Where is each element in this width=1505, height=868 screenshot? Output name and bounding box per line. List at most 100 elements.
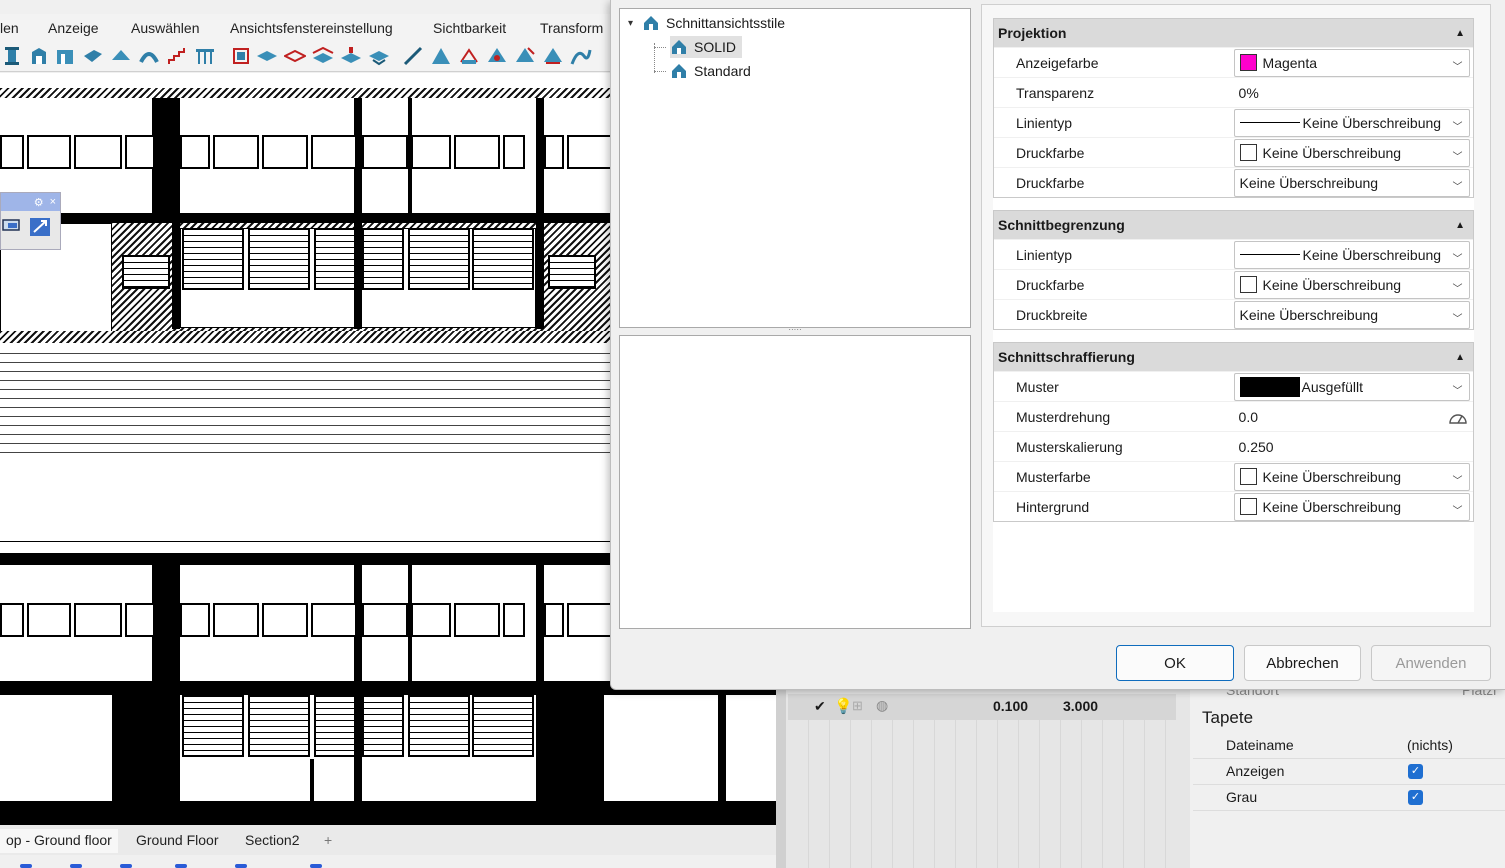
tree-node-solid[interactable]: SOLID xyxy=(670,36,743,58)
column xyxy=(536,98,544,216)
status-icon[interactable] xyxy=(120,864,132,868)
figure-tool-icon[interactable] xyxy=(542,46,564,66)
railing-tool-icon[interactable] xyxy=(194,46,216,66)
collapse-icon[interactable]: ▲ xyxy=(1455,220,1465,231)
spline-tool-icon[interactable] xyxy=(486,46,508,66)
property-row: Transparenz 0% xyxy=(994,77,1473,107)
section-title: Schnittschraffierung xyxy=(998,349,1135,365)
menu-item-clipped[interactable]: len xyxy=(0,20,19,36)
lightbulb-icon[interactable]: 💡 xyxy=(834,697,853,715)
camera-tool-icon[interactable] xyxy=(570,46,592,66)
column xyxy=(172,223,180,329)
resize-icon[interactable] xyxy=(29,217,51,237)
chevron-down-icon: ﹀ xyxy=(1452,151,1463,163)
status-icon[interactable] xyxy=(175,864,187,868)
close-icon[interactable]: × xyxy=(50,196,56,208)
dropdown-value: Keine Überschreibung xyxy=(1239,174,1379,191)
tree-node-root[interactable]: ▾ Schnittansichtsstile xyxy=(628,12,785,34)
grau-checkbox[interactable]: ✓ xyxy=(1408,790,1423,805)
musterskalierung-field[interactable]: 0.250 xyxy=(1234,439,1274,455)
dropdown-value: Keine Überschreibung xyxy=(1262,498,1402,515)
hintergrund-dropdown[interactable]: Keine Überschreibung ﹀ xyxy=(1233,492,1470,521)
druckbreite-dropdown[interactable]: Keine Überschreibung ﹀ xyxy=(1233,300,1470,329)
stair-tool-icon[interactable] xyxy=(166,46,188,66)
object-tool-icon[interactable] xyxy=(230,46,252,66)
menu-item-sichtbarkeit[interactable]: Sichtbarkeit xyxy=(433,20,506,36)
morph-tool-icon[interactable] xyxy=(340,46,362,66)
shell-tool-icon[interactable] xyxy=(312,46,334,66)
column-tool-icon[interactable] xyxy=(2,46,24,66)
menu-item-auswaehlen[interactable]: Auswählen xyxy=(131,20,200,36)
tab-ground-floor[interactable]: Ground Floor xyxy=(130,829,224,853)
column xyxy=(112,695,180,801)
hotspot-tool-icon[interactable] xyxy=(514,46,536,66)
linientyp-dropdown[interactable]: Keine Überschreibung ﹀ xyxy=(1233,240,1470,269)
dropdown-value: Keine Überschreibung xyxy=(1302,246,1442,263)
beam-tool-icon[interactable] xyxy=(28,46,50,66)
anzeigen-checkbox[interactable]: ✓ xyxy=(1408,764,1423,779)
menu-item-ansichtsfenstereinstellung[interactable]: Ansichtsfenstereinstellung xyxy=(230,20,393,36)
section-header[interactable]: Schnittbegrenzung ▲ xyxy=(994,211,1473,239)
tab-section2[interactable]: Section2 xyxy=(239,829,305,853)
anzeigefarbe-dropdown[interactable]: Magenta ﹀ xyxy=(1233,48,1470,77)
collapse-icon[interactable]: ▲ xyxy=(1455,352,1465,363)
gear-icon[interactable]: ⚙ xyxy=(34,196,44,209)
druckfarbe-2-dropdown[interactable]: Keine Überschreibung ﹀ xyxy=(1233,168,1470,197)
wall-tool-icon[interactable] xyxy=(54,46,76,66)
add-tab-icon[interactable]: + xyxy=(318,829,338,853)
status-icon[interactable] xyxy=(70,864,82,868)
pane-splitter[interactable]: ····· xyxy=(619,326,971,335)
cancel-button[interactable]: Abbrechen xyxy=(1244,645,1361,681)
layer-row[interactable]: ✔ 💡 ⊞ ◍ 0.100 3.000 xyxy=(788,694,1176,720)
arc-tool-icon[interactable] xyxy=(430,46,452,66)
window-select-icon[interactable] xyxy=(1,217,21,233)
property-label: Transparenz xyxy=(1016,84,1095,101)
druckfarbe-dropdown[interactable]: Keine Überschreibung ﹀ xyxy=(1233,270,1470,299)
style-tree[interactable]: ▾ Schnittansichtsstile SOLID Standard xyxy=(619,8,971,328)
chevron-down-icon[interactable]: ▾ xyxy=(628,18,642,29)
lock-icon[interactable]: ⊞ xyxy=(852,698,863,714)
musterfarbe-dropdown[interactable]: Keine Überschreibung ﹀ xyxy=(1233,462,1470,491)
musterdrehung-field[interactable]: 0.0 xyxy=(1234,409,1258,425)
skylight-tool-icon[interactable] xyxy=(368,46,390,66)
muster-dropdown[interactable]: Ausgefüllt ﹀ xyxy=(1233,372,1470,401)
section-header[interactable]: Schnittschraffierung ▲ xyxy=(994,343,1473,371)
roof-tool-icon[interactable] xyxy=(110,46,132,66)
window-row xyxy=(180,135,357,169)
polyline-tool-icon[interactable] xyxy=(458,46,480,66)
collapse-icon[interactable]: ▲ xyxy=(1455,28,1465,39)
mesh-tool-icon[interactable] xyxy=(284,46,306,66)
property-label: Druckbreite xyxy=(1016,306,1088,323)
status-icon[interactable] xyxy=(310,864,322,868)
line-tool-icon[interactable] xyxy=(402,46,424,66)
ok-button[interactable]: OK xyxy=(1116,645,1234,681)
apply-button[interactable]: Anwenden xyxy=(1371,645,1491,681)
louver xyxy=(472,695,534,757)
protractor-icon[interactable] xyxy=(1449,409,1467,425)
curved-wall-tool-icon[interactable] xyxy=(138,46,160,66)
section-header[interactable]: Projektion ▲ xyxy=(994,19,1473,47)
zone-tool-icon[interactable] xyxy=(256,46,278,66)
dropdown-value: Keine Überschreibung xyxy=(1262,276,1402,293)
floating-palette[interactable]: ⚙ × xyxy=(0,192,61,250)
property-row[interactable]: Dateiname (nichts) xyxy=(1193,733,1505,759)
property-row[interactable]: Grau ✓ xyxy=(1193,785,1505,811)
menu-item-anzeige[interactable]: Anzeige xyxy=(48,20,99,36)
tree-node-standard[interactable]: Standard xyxy=(670,60,751,82)
druckfarbe-dropdown[interactable]: Keine Überschreibung ﹀ xyxy=(1233,138,1470,167)
wireframe-icon[interactable]: ◍ xyxy=(876,697,888,714)
menu-item-transform[interactable]: Transform xyxy=(540,20,603,36)
status-icon[interactable] xyxy=(20,864,32,868)
dropdown-value: Keine Überschreibung xyxy=(1262,468,1402,485)
property-row[interactable]: Anzeigen ✓ xyxy=(1193,759,1505,785)
transparenz-field[interactable]: 0% xyxy=(1234,85,1259,101)
property-label: Druckfarbe xyxy=(1016,174,1085,191)
section-title: Schnittbegrenzung xyxy=(998,217,1125,233)
slab-tool-icon[interactable] xyxy=(82,46,104,66)
checkmark-icon[interactable]: ✔ xyxy=(814,698,826,715)
linientyp-dropdown[interactable]: Keine Überschreibung ﹀ xyxy=(1233,108,1470,137)
tab-ground-floor-clipped[interactable]: op - Ground floor xyxy=(0,829,118,853)
window-row xyxy=(0,603,155,637)
status-icon[interactable] xyxy=(235,864,247,868)
column xyxy=(354,223,362,329)
